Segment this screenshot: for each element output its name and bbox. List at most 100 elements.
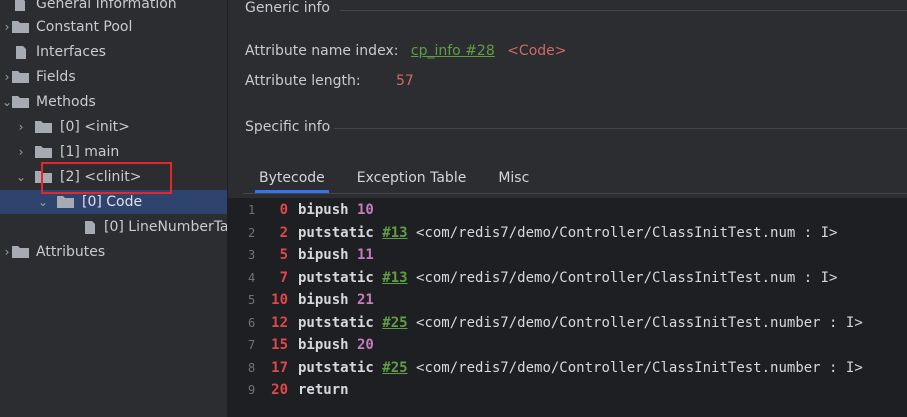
- tree-item-label: [0] LineNumberTab: [104, 219, 228, 235]
- divider: [340, 10, 907, 11]
- field-reference: <com/redis7/demo/Controller/ClassInitTes…: [407, 359, 863, 376]
- folder-icon: [12, 245, 29, 258]
- generic-info-title: Generic info: [245, 0, 330, 16]
- tree-item-label: Methods: [36, 94, 96, 110]
- attribute-length-label: Attribute length:: [245, 73, 361, 89]
- instruction: putstatic #13 <com/redis7/demo/Controlle…: [298, 222, 837, 244]
- operand: 11: [348, 247, 374, 263]
- attribute-length-row: Attribute length:: [245, 73, 361, 89]
- attribute-name-index-label: Attribute name index:: [245, 43, 399, 59]
- constant-pool-ref-link[interactable]: #13: [382, 270, 407, 286]
- opcode: putstatic: [298, 359, 374, 376]
- class-viewer-window: General Information › Constant Pool Inte…: [0, 0, 907, 417]
- attribute-length-value: 57: [396, 73, 414, 89]
- tree-item-attributes[interactable]: › Attributes: [0, 240, 227, 264]
- file-icon: [15, 45, 27, 60]
- tree-item-fields[interactable]: › Fields: [0, 65, 227, 89]
- chevron-down-icon[interactable]: ⌄: [14, 165, 28, 189]
- attribute-name-value: <Code>: [507, 43, 567, 59]
- tree-item-general-information[interactable]: General Information: [0, 0, 227, 16]
- tree-item-label: General Information: [36, 0, 177, 12]
- cp-info-link[interactable]: cp_info #28: [411, 43, 495, 59]
- opcode: putstatic: [298, 269, 374, 286]
- divider: [334, 128, 907, 129]
- instruction: return: [298, 379, 349, 401]
- operand: 10: [348, 202, 374, 218]
- bytecode-line: 4 7 putstatic #13 <com/redis7/demo/Control…: [228, 267, 907, 289]
- field-reference: <com/redis7/demo/Controller/ClassInitTes…: [407, 314, 863, 331]
- tree-item-label: Interfaces: [36, 44, 106, 60]
- bytecode-listing[interactable]: 1 0 bipush 10 2 2 putstatic #13 <com/redis7/d…: [228, 198, 907, 417]
- tree-item-method-init[interactable]: › [0] <init>: [0, 115, 227, 139]
- instruction-offset: 0: [279, 202, 288, 218]
- instruction-offset: 7: [279, 269, 288, 286]
- tab-bytecode[interactable]: Bytecode: [243, 163, 341, 193]
- line-number: 3: [248, 248, 256, 262]
- instruction: bipush 11: [298, 244, 374, 266]
- folder-icon: [35, 145, 52, 158]
- folder-icon: [57, 195, 74, 208]
- attribute-name-index-row: Attribute name index: cp_info #28 <Code>: [245, 43, 567, 59]
- constant-pool-ref-link[interactable]: #25: [382, 360, 407, 376]
- opcode: return: [298, 382, 349, 398]
- line-number: 2: [248, 225, 256, 240]
- instruction-offset: 2: [279, 224, 288, 241]
- file-icon: [14, 0, 26, 12]
- line-number: 8: [248, 360, 256, 375]
- folder-icon: [35, 120, 52, 133]
- attribute-details-panel: Generic info Attribute name index: cp_in…: [228, 0, 907, 417]
- bytecode-line: 9 20 return: [228, 379, 907, 401]
- tree-item-label: Fields: [36, 69, 76, 85]
- instruction: bipush 10: [298, 199, 374, 221]
- tree-item-methods[interactable]: ⌄ Methods: [0, 90, 227, 114]
- tree-item-method-main[interactable]: › [1] main: [0, 140, 227, 164]
- line-number: 5: [248, 293, 256, 307]
- folder-icon: [12, 20, 29, 33]
- constant-pool-ref-link[interactable]: #25: [382, 315, 407, 331]
- chevron-right-icon[interactable]: ›: [14, 140, 28, 164]
- line-number: 9: [248, 383, 256, 397]
- tree-item-label: Constant Pool: [36, 19, 133, 35]
- instruction-offset: 15: [271, 337, 288, 353]
- instruction-offset: 12: [271, 314, 288, 331]
- instruction-offset: 5: [279, 247, 288, 263]
- instruction-offset: 10: [271, 292, 288, 308]
- opcode: bipush: [298, 292, 349, 308]
- opcode: putstatic: [298, 314, 374, 331]
- instruction: bipush 20: [298, 334, 374, 356]
- bytecode-line: 2 2 putstatic #13 <com/redis7/demo/Control…: [228, 222, 907, 244]
- tree-item-label: Attributes: [36, 244, 106, 260]
- bytecode-line: 8 17 putstatic #25 <com/redis7/demo/Contro…: [228, 357, 907, 379]
- constant-pool-ref-link[interactable]: #13: [382, 225, 407, 241]
- line-number: 6: [248, 315, 256, 330]
- line-number: 4: [248, 270, 256, 285]
- tab-exception-table[interactable]: Exception Table: [341, 163, 483, 193]
- file-icon: [84, 220, 96, 235]
- tree-item-interfaces[interactable]: Interfaces: [0, 40, 227, 64]
- tree-item-label: [0] <init>: [60, 119, 130, 135]
- tree-item-line-number-table[interactable]: [0] LineNumberTab: [0, 215, 227, 239]
- tab-bar: Bytecode Exception Table Misc: [243, 163, 545, 193]
- instruction: putstatic #25 <com/redis7/demo/Controlle…: [298, 312, 863, 334]
- opcode: bipush: [298, 247, 349, 263]
- instruction-offset: 20: [271, 382, 288, 398]
- annotation-highlight-box: [41, 162, 172, 194]
- tree-item-label: [1] main: [60, 144, 120, 160]
- line-number: 1: [248, 203, 256, 217]
- specific-info-title: Specific info: [245, 119, 331, 135]
- structure-tree[interactable]: General Information › Constant Pool Inte…: [0, 0, 228, 417]
- operand: 20: [348, 337, 374, 353]
- chevron-right-icon[interactable]: ›: [14, 115, 28, 139]
- bytecode-line: 3 5 bipush 11: [228, 244, 907, 266]
- field-reference: <com/redis7/demo/Controller/ClassInitTes…: [407, 269, 838, 286]
- bytecode-line: 7 15 bipush 20: [228, 334, 907, 356]
- opcode: bipush: [298, 202, 349, 218]
- opcode: putstatic: [298, 224, 374, 241]
- tab-bar-divider: [243, 193, 907, 194]
- bytecode-line: 1 0 bipush 10: [228, 199, 907, 221]
- tree-item-constant-pool[interactable]: › Constant Pool: [0, 15, 227, 39]
- folder-icon: [12, 70, 29, 83]
- tab-misc[interactable]: Misc: [482, 163, 545, 193]
- instruction: putstatic #13 <com/redis7/demo/Controlle…: [298, 267, 837, 289]
- instruction: putstatic #25 <com/redis7/demo/Controlle…: [298, 357, 863, 379]
